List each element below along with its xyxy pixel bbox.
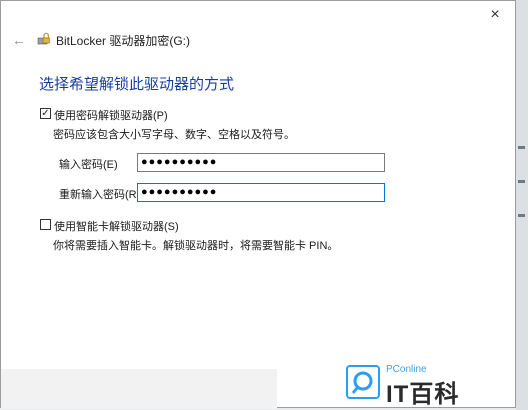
password-checkbox[interactable]: ✓ [40,108,51,119]
edge-mark [518,180,525,183]
password-hint: 密码应该包含大小写字母、数字、空格以及符号。 [53,129,295,141]
watermark-it-baike: IT百科 [386,381,460,408]
smartcard-checkbox[interactable] [40,219,51,230]
smartcard-hint: 你将需要插入智能卡。解锁驱动器时，将需要智能卡 PIN。 [53,240,339,252]
reenter-password-label: 重新输入密码(R) [59,189,141,201]
page-heading: 选择希望解锁此驱动器的方式 [39,76,235,93]
password-checkbox-label[interactable]: 使用密码解锁驱动器(P) [54,107,168,123]
bitlocker-dialog: × ← BitLocker 驱动器加密(G:) 选择希望解锁此驱动器的方式 ✓ … [0,0,516,409]
window-title: BitLocker 驱动器加密(G:) [56,34,191,48]
enter-password-input[interactable]: ●●●●●●●●●● [137,153,385,172]
smartcard-checkbox-label[interactable]: 使用智能卡解锁驱动器(S) [54,218,179,234]
edge-mark [518,214,525,217]
background-window-edge [516,0,528,410]
close-icon[interactable]: × [487,7,503,23]
back-arrow-icon[interactable]: ← [12,32,26,48]
footer-area [1,369,277,409]
edge-mark [518,146,525,149]
enter-password-label: 输入密码(E) [59,159,118,171]
pconline-logo-icon [346,365,380,399]
bitlocker-drive-icon [37,32,50,45]
reenter-password-input[interactable]: ●●●●●●●●●● [137,183,385,202]
